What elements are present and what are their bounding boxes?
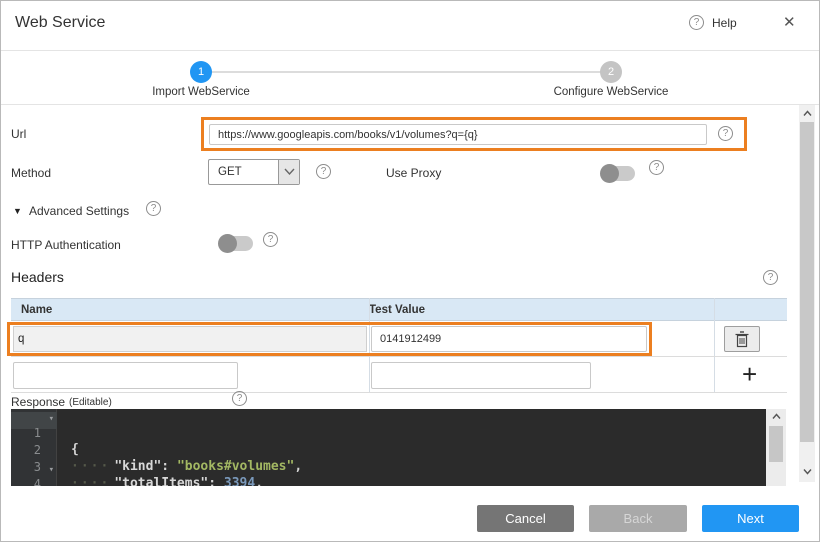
fold-icon[interactable]: ▾ bbox=[49, 414, 54, 424]
page-scroll-thumb[interactable] bbox=[800, 122, 814, 442]
web-service-dialog: Web Service ? Help ✕ 1 2 Import WebServi… bbox=[0, 0, 820, 542]
delete-row-button[interactable] bbox=[724, 326, 760, 352]
close-icon[interactable]: ✕ bbox=[783, 13, 796, 31]
method-selected-value: GET bbox=[218, 166, 242, 178]
new-header-test-value-input[interactable] bbox=[371, 362, 591, 389]
trash-icon bbox=[725, 327, 759, 351]
scroll-up-icon[interactable] bbox=[799, 109, 815, 120]
line-gutter: 4 ▾ bbox=[11, 463, 57, 480]
scroll-up-icon[interactable] bbox=[766, 412, 786, 423]
editor-scrollbar[interactable] bbox=[766, 409, 786, 486]
use-proxy-toggle[interactable] bbox=[601, 166, 635, 181]
collapse-triangle-icon[interactable]: ▼ bbox=[13, 206, 22, 216]
add-row-button[interactable]: + bbox=[742, 361, 757, 387]
page-scrollbar[interactable] bbox=[799, 105, 815, 482]
cancel-button[interactable]: Cancel bbox=[477, 505, 574, 532]
wizard-step-1-label: Import WebService bbox=[111, 86, 291, 98]
wizard-step-2-label: Configure WebService bbox=[521, 86, 701, 98]
line-gutter: 1 ▾ bbox=[11, 412, 57, 429]
titlebar-divider bbox=[1, 50, 820, 51]
table-row-divider bbox=[11, 356, 787, 357]
column-header-test-value: Test Value bbox=[369, 304, 425, 316]
url-help-icon[interactable]: ? bbox=[718, 126, 733, 141]
http-authentication-help-icon[interactable]: ? bbox=[263, 232, 278, 247]
line-gutter: 2 bbox=[11, 429, 57, 446]
line-gutter: 3 bbox=[11, 446, 57, 463]
back-button[interactable]: Back bbox=[589, 505, 687, 532]
table-row-divider bbox=[11, 392, 787, 393]
wizard-step-1-circle[interactable]: 1 bbox=[190, 61, 212, 83]
method-select[interactable]: GET bbox=[208, 159, 300, 185]
wizard-connector bbox=[201, 71, 611, 73]
response-help-icon[interactable]: ? bbox=[232, 391, 247, 406]
next-button[interactable]: Next bbox=[702, 505, 799, 532]
wizard-step-2-circle[interactable]: 2 bbox=[600, 61, 622, 83]
line-number: 4 bbox=[34, 477, 41, 486]
table-column-divider bbox=[714, 298, 715, 393]
response-code-editor[interactable]: 1 ▾ { 2 "kind": "books#volumes", 3 "tota… bbox=[11, 409, 786, 486]
toggle-knob bbox=[218, 234, 237, 253]
http-authentication-toggle[interactable] bbox=[219, 236, 253, 251]
headers-help-icon[interactable]: ? bbox=[763, 270, 778, 285]
advanced-settings-label[interactable]: Advanced Settings bbox=[29, 204, 129, 218]
url-input[interactable] bbox=[209, 124, 707, 145]
code-line[interactable]: 4 ▾ "items": [ bbox=[11, 463, 786, 480]
header-row-test-value-input[interactable] bbox=[371, 326, 647, 352]
code-line[interactable]: 2 "kind": "books#volumes", bbox=[11, 429, 786, 446]
new-header-name-input[interactable] bbox=[13, 362, 238, 389]
method-help-icon[interactable]: ? bbox=[316, 164, 331, 179]
table-column-divider bbox=[369, 298, 370, 393]
code-line[interactable]: 3 "totalItems": 3394, bbox=[11, 446, 786, 463]
headers-title: Headers bbox=[11, 269, 64, 285]
response-editable-label: (Editable) bbox=[69, 397, 112, 408]
dialog-title: Web Service bbox=[15, 14, 105, 32]
chevron-down-icon[interactable] bbox=[278, 160, 299, 184]
code-line[interactable]: 1 ▾ { bbox=[11, 412, 786, 429]
help-icon[interactable]: ? bbox=[689, 15, 704, 30]
column-header-name: Name bbox=[21, 304, 52, 316]
response-label: Response bbox=[11, 395, 65, 409]
wizard-divider bbox=[1, 104, 820, 105]
header-row-name-cell[interactable]: q bbox=[13, 326, 367, 352]
url-label: Url bbox=[11, 127, 26, 141]
help-link[interactable]: Help bbox=[712, 16, 737, 30]
editor-scroll-thumb[interactable] bbox=[769, 426, 783, 462]
toggle-knob bbox=[600, 164, 619, 183]
scroll-down-icon[interactable] bbox=[799, 467, 815, 478]
fold-icon[interactable]: ▾ bbox=[49, 465, 54, 475]
advanced-settings-help-icon[interactable]: ? bbox=[146, 201, 161, 216]
headers-table-header-row: Name Test Value bbox=[11, 298, 787, 321]
use-proxy-label: Use Proxy bbox=[386, 166, 441, 180]
http-authentication-label: HTTP Authentication bbox=[11, 238, 121, 252]
method-label: Method bbox=[11, 166, 51, 180]
use-proxy-help-icon[interactable]: ? bbox=[649, 160, 664, 175]
